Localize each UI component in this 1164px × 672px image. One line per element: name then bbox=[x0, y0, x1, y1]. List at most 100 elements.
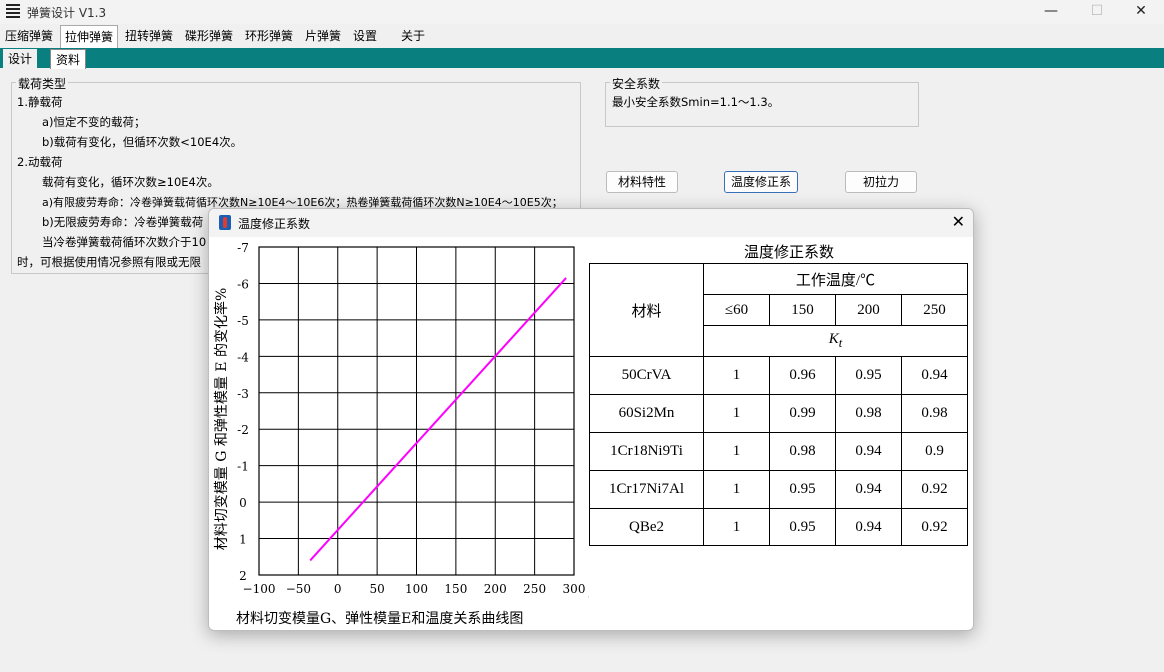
x-tick-label: 0 bbox=[334, 582, 342, 596]
chart-caption: 材料切变模量G、弹性模量E和温度关系曲线图 bbox=[236, 611, 524, 627]
kt-value-cell: 0.99 bbox=[769, 394, 836, 433]
menu-settings[interactable]: 设置 bbox=[349, 26, 381, 46]
load-line: 载荷有变化，循环次数≥10E4次。 bbox=[42, 175, 219, 189]
menu-about[interactable]: 关于 bbox=[397, 26, 429, 46]
material-cell: 50CrVA bbox=[589, 356, 704, 395]
table-row: 50CrVA 1 0.96 0.95 0.94 bbox=[589, 356, 968, 395]
title-bar: 弹簧设计 V1.3 — ☐ ✕ bbox=[0, 0, 1164, 24]
modulus-temperature-chart: −100 −50 0 50 100 150 200 250 300 -7 -6 -5 -4 -3 -2 -1 0… bbox=[213, 241, 589, 601]
menu-ring-spring[interactable]: 环形弹簧 bbox=[241, 26, 297, 46]
kt-value-cell: 0.95 bbox=[769, 508, 836, 546]
safety-factor-text: 最小安全系数Smin=1.1～1.3。 bbox=[612, 95, 780, 109]
y-tick-label: -7 bbox=[237, 241, 249, 255]
load-line: 时，可根据使用情况参照有限或无限 bbox=[17, 255, 201, 269]
x-tick-label: −50 bbox=[286, 582, 311, 596]
x-tick-label: 200 bbox=[484, 582, 507, 596]
kt-value-cell: 1 bbox=[703, 356, 770, 395]
kt-value-cell: 0.94 bbox=[835, 508, 902, 546]
kt-value-cell: 0.92 bbox=[901, 508, 968, 546]
y-tick-label: 1 bbox=[239, 533, 247, 547]
close-button[interactable]: ✕ bbox=[1118, 0, 1164, 24]
kt-value-cell: 0.94 bbox=[835, 432, 902, 471]
menu-extension-spring[interactable]: 拉伸弹簧 bbox=[60, 25, 119, 48]
table-title: 温度修正系数 bbox=[743, 243, 834, 261]
kt-symbol: Kt bbox=[703, 325, 968, 357]
kt-value-cell: 0.92 bbox=[901, 470, 968, 509]
menu-bar: 压缩弹簧 拉伸弹簧 扭转弹簧 碟形弹簧 环形弹簧 片弹簧 设置 关于 bbox=[0, 25, 1164, 48]
tab-strip-background bbox=[0, 48, 1164, 68]
kt-value-cell: 0.95 bbox=[835, 356, 902, 395]
load-line: 1.静载荷 bbox=[17, 95, 63, 109]
load-line: 当冷卷弹簧载荷循环次数介于10 bbox=[42, 235, 207, 249]
tab-reference[interactable]: 资料 bbox=[50, 49, 87, 69]
temperature-correction-table: 材料 工作温度/℃ ≤60 150 200 250 Kt 50CrVA 1 0.96… bbox=[589, 263, 968, 546]
menu-disc-spring[interactable]: 碟形弹簧 bbox=[181, 26, 237, 46]
thermometer-icon bbox=[219, 215, 231, 230]
x-tick-label: 250 bbox=[523, 582, 546, 596]
window-title: 弹簧设计 V1.3 bbox=[27, 6, 107, 20]
y-tick-label: -4 bbox=[237, 350, 249, 364]
kt-value-cell: 0.98 bbox=[769, 432, 836, 471]
x-tick-label: 100 bbox=[405, 582, 428, 596]
x-axis-label: 工作温度/℃ bbox=[588, 583, 589, 601]
kt-value-cell: 1 bbox=[703, 432, 770, 471]
kt-value-cell: 0.98 bbox=[835, 394, 902, 433]
menu-leaf-spring[interactable]: 片弹簧 bbox=[301, 26, 345, 46]
kt-value-cell: 1 bbox=[703, 508, 770, 546]
load-line: 2.动载荷 bbox=[17, 155, 63, 169]
table-row: 60Si2Mn 1 0.99 0.98 0.98 bbox=[589, 394, 968, 433]
load-line: a)恒定不变的载荷； bbox=[42, 115, 146, 129]
temp-col: ≤60 bbox=[703, 294, 770, 326]
menu-compression-spring[interactable]: 压缩弹簧 bbox=[1, 26, 57, 46]
dialog-title-bar: 温度修正系数 ✕ bbox=[209, 209, 973, 237]
table-row: 1Cr18Ni9Ti 1 0.98 0.94 0.9 bbox=[589, 432, 968, 471]
kt-value-cell: 0.96 bbox=[769, 356, 836, 395]
y-tick-label: -6 bbox=[237, 277, 249, 291]
menu-torsion-spring[interactable]: 扭转弹簧 bbox=[121, 26, 177, 46]
load-line: b)无限疲劳寿命：冷卷弹簧载荷 bbox=[42, 215, 204, 229]
material-properties-button[interactable]: 材料特性 bbox=[606, 171, 678, 193]
x-tick-label: 150 bbox=[444, 582, 467, 596]
table-row: QBe2 1 0.95 0.94 0.92 bbox=[589, 508, 968, 546]
material-cell: 1Cr17Ni7Al bbox=[589, 470, 704, 509]
y-tick-label: -2 bbox=[237, 423, 249, 437]
initial-tension-button[interactable]: 初拉力 bbox=[845, 171, 917, 193]
kt-value-cell: 0.9 bbox=[901, 432, 968, 471]
x-tick-label: −100 bbox=[243, 582, 276, 596]
temp-col: 250 bbox=[901, 294, 968, 326]
load-line: b)载荷有变化，但循环次数<10E4次。 bbox=[42, 135, 243, 149]
temperature-correction-dialog: 温度修正系数 ✕ −100 −50 0 50 100 150 200 250 300 -7 -6 -5… bbox=[208, 208, 974, 631]
dialog-title: 温度修正系数 bbox=[238, 217, 311, 231]
dialog-close-icon[interactable]: ✕ bbox=[952, 212, 965, 231]
y-tick-label: -3 bbox=[237, 387, 249, 401]
temp-col: 150 bbox=[769, 294, 836, 326]
y-tick-label: -5 bbox=[237, 314, 249, 328]
kt-value-cell: 0.94 bbox=[901, 356, 968, 395]
safety-factor-group: 安全系数 最小安全系数Smin=1.1～1.3。 bbox=[605, 75, 919, 127]
header-working-temperature: 工作温度/℃ bbox=[703, 263, 968, 295]
kt-value-cell: 0.94 bbox=[835, 470, 902, 509]
maximize-button[interactable]: ☐ bbox=[1074, 0, 1120, 24]
kt-value-cell: 1 bbox=[703, 470, 770, 509]
x-tick-label: 50 bbox=[369, 582, 384, 596]
y-axis-label: 材料切变模量 G 和弹性模量 E 的变化率% bbox=[213, 288, 230, 551]
app-icon bbox=[6, 4, 20, 19]
y-tick-label: -1 bbox=[237, 460, 249, 474]
load-type-title: 载荷类型 bbox=[16, 75, 69, 92]
table-row: 1Cr17Ni7Al 1 0.95 0.94 0.92 bbox=[589, 470, 968, 509]
minimize-button[interactable]: — bbox=[1028, 0, 1074, 24]
y-tick-label: 2 bbox=[239, 569, 247, 583]
kt-value-cell: 0.98 bbox=[901, 394, 968, 433]
header-material: 材料 bbox=[589, 263, 704, 357]
tab-design[interactable]: 设计 bbox=[3, 49, 38, 68]
kt-value-cell: 1 bbox=[703, 394, 770, 433]
kt-value-cell: 0.95 bbox=[769, 470, 836, 509]
temp-col: 200 bbox=[835, 294, 902, 326]
material-cell: 1Cr18Ni9Ti bbox=[589, 432, 704, 471]
safety-factor-title: 安全系数 bbox=[610, 75, 663, 92]
x-tick-label: 300 bbox=[563, 582, 586, 596]
material-cell: QBe2 bbox=[589, 508, 704, 546]
temperature-correction-button[interactable]: 温度修正系 bbox=[724, 171, 798, 193]
material-cell: 60Si2Mn bbox=[589, 394, 704, 433]
y-tick-label: 0 bbox=[239, 496, 247, 510]
